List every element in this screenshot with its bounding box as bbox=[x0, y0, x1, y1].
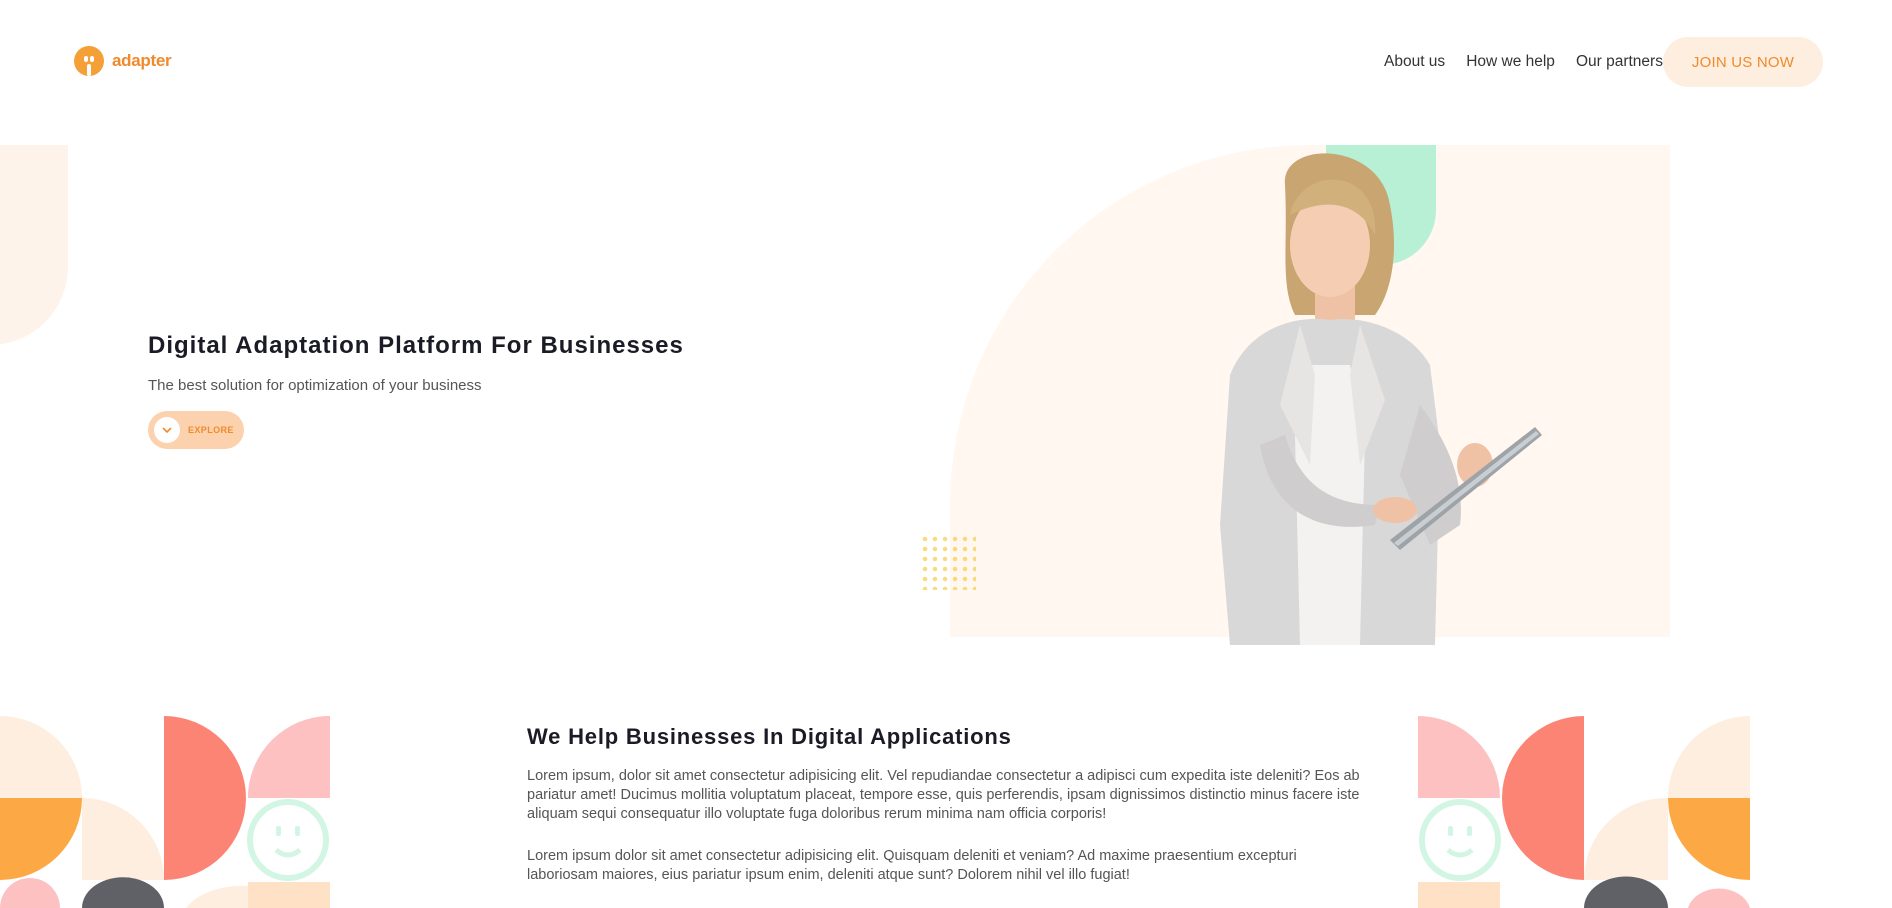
main-nav: About us How we help Our partners bbox=[1384, 53, 1663, 71]
join-us-button[interactable]: JOIN US NOW bbox=[1663, 37, 1823, 87]
section-paragraph-2: Lorem ipsum dolor sit amet consectetur a… bbox=[527, 848, 1297, 883]
plug-face-icon bbox=[74, 46, 104, 76]
smiley-face-icon bbox=[1419, 799, 1501, 881]
logo-text: adapter bbox=[112, 51, 172, 70]
nav-how-we-help[interactable]: How we help bbox=[1466, 53, 1555, 71]
hero-woman-image bbox=[1220, 153, 1542, 645]
hero-title: Digital Adaptation Platform For Business… bbox=[148, 332, 684, 359]
nav-our-partners[interactable]: Our partners bbox=[1576, 53, 1663, 71]
smiley-face-icon bbox=[247, 799, 329, 881]
chevron-down-icon bbox=[154, 417, 180, 443]
section-paragraph-1: Lorem ipsum, dolor sit amet consectetur … bbox=[527, 768, 1360, 822]
left-decor-mosaic bbox=[0, 716, 330, 908]
decor-half-circle bbox=[0, 145, 68, 345]
hero-subtitle: The best solution for optimization of yo… bbox=[148, 377, 482, 394]
explore-button[interactable]: EXPLORE bbox=[148, 411, 244, 449]
dot-pattern bbox=[920, 534, 976, 590]
section-title: We Help Businesses In Digital Applicatio… bbox=[527, 724, 1012, 749]
logo[interactable]: adapter bbox=[74, 46, 172, 76]
nav-about-us[interactable]: About us bbox=[1384, 53, 1445, 71]
right-decor-mosaic bbox=[1418, 716, 1750, 908]
explore-label: EXPLORE bbox=[188, 425, 234, 435]
